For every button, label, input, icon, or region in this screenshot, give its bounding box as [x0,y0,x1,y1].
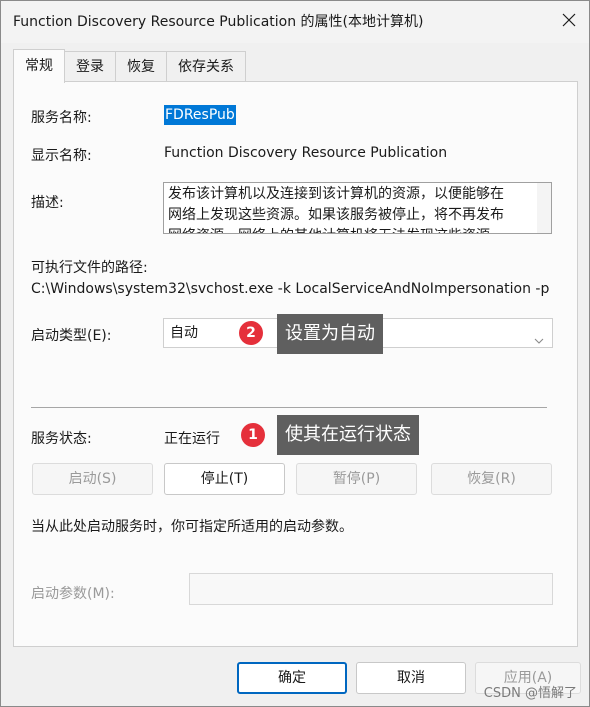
start-params-label: 启动参数(M): [31,586,115,602]
description-line: 网络上发现这些资源。如果该服务被停止，将不再发布 [168,207,504,223]
service-name-label: 服务名称: [31,110,92,126]
title-bar: Function Discovery Resource Publication … [1,1,589,43]
window-title: Function Discovery Resource Publication … [13,14,424,30]
exe-path-value: C:\Windows\system32\svchost.exe -k Local… [31,281,550,297]
tab-general[interactable]: 常规 [13,49,65,83]
chevron-down-icon [534,328,544,344]
general-tab-panel [13,81,578,647]
start-button[interactable]: 启动(S) [32,463,153,495]
properties-dialog: Function Discovery Resource Publication … [0,0,590,707]
display-name-value: Function Discovery Resource Publication [164,145,448,161]
description-textbox[interactable]: 发布该计算机以及连接到该计算机的资源，以便能够在 网络上发现这些资源。如果该服务… [163,182,552,234]
tab-strip: 常规 登录 恢复 依存关系 [13,49,246,83]
startup-type-value: 自动 [170,325,198,341]
cancel-button[interactable]: 取消 [356,662,466,694]
annotation-badge-1: 1 [241,423,265,447]
ok-button[interactable]: 确定 [237,662,347,694]
description-line: 发布该计算机以及连接到该计算机的资源，以便能够在 [168,186,504,202]
service-status-value: 正在运行 [164,431,220,447]
tab-recovery[interactable]: 恢复 [115,51,167,82]
service-status-label: 服务状态: [31,431,92,447]
startup-type-label: 启动类型(E): [31,328,112,344]
description-scrollbar[interactable] [537,183,551,233]
annotation-badge-2: 2 [239,321,263,345]
tab-logon[interactable]: 登录 [64,51,116,82]
annotation-callout-1: 使其在运行状态 [277,415,419,455]
resume-button[interactable]: 恢复(R) [431,463,552,495]
pause-button[interactable]: 暂停(P) [296,463,417,495]
start-params-input[interactable] [189,573,553,605]
close-icon [562,12,576,31]
tab-dependencies[interactable]: 依存关系 [166,51,246,82]
display-name-label: 显示名称: [31,148,92,164]
exe-path-label: 可执行文件的路径: [31,260,148,276]
watermark: CSDN @悟解了 [483,686,577,701]
description-line: 网络资源，网络上的其他计算机将无法发现这些资源 [168,226,531,233]
service-name-value[interactable]: FDResPub [164,105,236,125]
description-label: 描述: [31,195,64,211]
stop-button[interactable]: 停止(T) [164,463,285,495]
start-params-hint: 当从此处启动服务时，你可指定所适用的启动参数。 [31,519,353,535]
section-divider [31,407,547,408]
annotation-callout-2: 设置为自动 [277,314,383,354]
close-button[interactable] [555,7,583,35]
